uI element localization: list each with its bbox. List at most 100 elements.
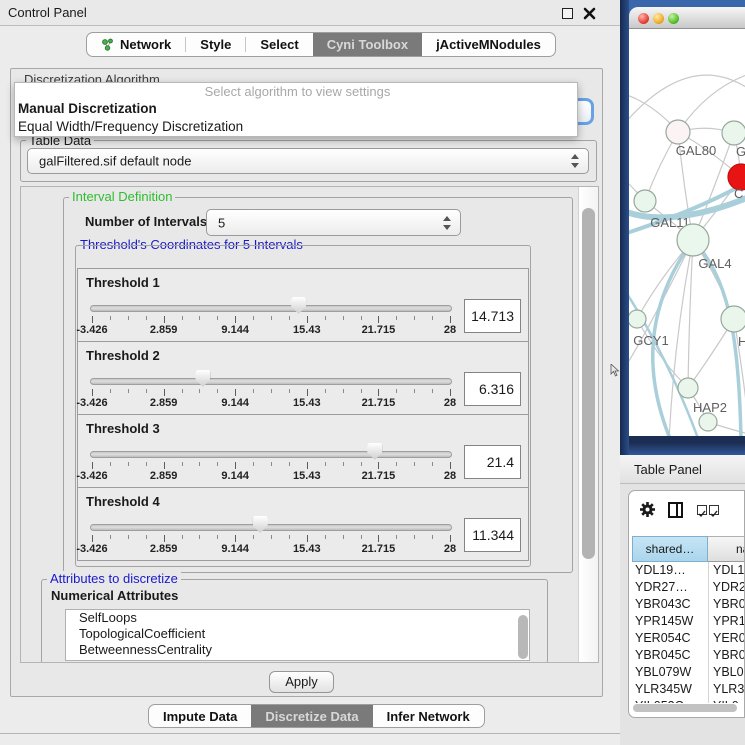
table-cell-name: YDR2 bbox=[708, 579, 745, 596]
threshold-2-slider-track[interactable] bbox=[90, 378, 452, 385]
tick-mark bbox=[414, 462, 415, 466]
table-cell-shared-name: YBR045C bbox=[632, 647, 708, 664]
tick-mark bbox=[217, 462, 218, 466]
numerical-attributes-list[interactable]: SelfLoopsTopologicalCoefficientBetweenne… bbox=[65, 609, 530, 661]
network-edge[interactable] bbox=[629, 75, 745, 124]
table-cell-shared-name: YBL079W bbox=[632, 664, 708, 681]
attribute-list-item[interactable]: SelfLoops bbox=[66, 610, 529, 626]
number-of-intervals-value: 5 bbox=[218, 215, 225, 230]
tick-mark bbox=[396, 535, 397, 539]
tab-impute-data[interactable]: Impute Data bbox=[149, 705, 251, 727]
tab-jactivemnodules[interactable]: jActiveMNodules bbox=[422, 33, 555, 56]
scale-label: 21.715 bbox=[362, 470, 396, 482]
scale-label: 2.859 bbox=[150, 470, 178, 482]
tick-mark bbox=[343, 316, 344, 320]
threshold-4-value-field[interactable]: 11.344 bbox=[464, 518, 521, 552]
settings-scrollbar-thumb[interactable] bbox=[582, 208, 595, 559]
scale-label: 9.144 bbox=[221, 470, 249, 482]
network-node-hap2[interactable] bbox=[678, 378, 698, 398]
network-window-titlebar[interactable] bbox=[629, 7, 745, 29]
column-header-shared-name[interactable]: shared… bbox=[632, 536, 708, 562]
tick-mark bbox=[325, 535, 326, 539]
tick-mark bbox=[378, 389, 379, 396]
threshold-label: Threshold 1 bbox=[86, 275, 160, 290]
dropdown-item-equal-width-frequency[interactable]: Equal Width/Frequency Discretization bbox=[15, 118, 577, 136]
table-row[interactable]: YER054CYER0 bbox=[632, 630, 745, 647]
network-node-h[interactable] bbox=[721, 306, 745, 332]
tab-network[interactable]: Network bbox=[87, 33, 185, 56]
dropdown-item-prompt[interactable]: Select algorithm to view settings bbox=[15, 83, 577, 100]
threshold-3-value-field[interactable]: 21.4 bbox=[464, 445, 521, 479]
window-close-button[interactable] bbox=[638, 13, 649, 24]
tab-network-label: Network bbox=[120, 33, 171, 56]
table-row[interactable]: YBL079WYBL0 bbox=[632, 664, 745, 681]
attribute-list-item[interactable]: BetweennessCentrality bbox=[66, 642, 529, 658]
table-row[interactable]: YPR145WYPR1 bbox=[632, 613, 745, 630]
tick-mark bbox=[378, 535, 379, 542]
table-row[interactable]: YDL19…YDL1 bbox=[632, 562, 745, 579]
window-zoom-button[interactable] bbox=[668, 13, 679, 24]
threshold-1-slider-track[interactable] bbox=[90, 305, 452, 312]
tick-mark bbox=[146, 462, 147, 466]
threshold-4-slider-track[interactable] bbox=[90, 524, 452, 531]
tab-select[interactable]: Select bbox=[246, 33, 312, 56]
gear-icon[interactable] bbox=[639, 501, 656, 518]
dropdown-item-manual-discretization[interactable]: Manual Discretization bbox=[15, 100, 577, 118]
table-data-combobox[interactable]: galFiltered.sif default node bbox=[27, 148, 589, 174]
threshold-3-slider-track[interactable] bbox=[90, 451, 452, 458]
tick-mark bbox=[343, 462, 344, 466]
checkbox-icon[interactable] bbox=[709, 505, 719, 515]
tick-mark bbox=[396, 389, 397, 393]
network-node-ga[interactable] bbox=[722, 121, 745, 145]
tick-mark bbox=[450, 462, 451, 469]
tab-discretize-data[interactable]: Discretize Data bbox=[251, 705, 372, 727]
network-node-gal11[interactable] bbox=[634, 190, 656, 212]
threshold-2-value-field[interactable]: 6.316 bbox=[464, 372, 521, 406]
float-window-icon[interactable] bbox=[562, 8, 573, 19]
scale-label: 15.43 bbox=[293, 324, 321, 336]
apply-button[interactable]: Apply bbox=[269, 671, 334, 693]
tick-mark bbox=[164, 316, 165, 323]
tick-mark bbox=[235, 535, 236, 542]
table-row[interactable]: YBR045CYBR0 bbox=[632, 647, 745, 664]
table-row[interactable]: YLR345WYLR3 bbox=[632, 681, 745, 698]
table-horizontal-scrollbar[interactable] bbox=[633, 704, 737, 712]
split-pane-icon[interactable] bbox=[668, 502, 683, 518]
tab-style[interactable]: Style bbox=[186, 33, 245, 56]
scale-label: 28 bbox=[444, 470, 456, 482]
tick-mark bbox=[289, 316, 290, 320]
scale-label: 2.859 bbox=[150, 397, 178, 409]
threshold-1-value-field[interactable]: 14.713 bbox=[464, 299, 521, 333]
network-view-canvas[interactable]: GAL80GACGAL11GAL4GCY1HHAP2 bbox=[629, 29, 745, 436]
table-row[interactable]: YDR27…YDR2 bbox=[632, 579, 745, 596]
table-data-selected-value: galFiltered.sif default node bbox=[39, 154, 191, 169]
tick-mark bbox=[164, 462, 165, 469]
number-of-intervals-combobox[interactable]: 5 bbox=[206, 209, 461, 236]
network-node[interactable] bbox=[699, 413, 717, 431]
network-node-gal4[interactable] bbox=[677, 224, 709, 256]
attributes-group-label: Attributes to discretize bbox=[47, 571, 181, 586]
tab-discretize-data-label: Discretize Data bbox=[265, 705, 358, 728]
tab-cyni-toolbox[interactable]: Cyni Toolbox bbox=[313, 33, 422, 56]
tick-mark bbox=[92, 535, 93, 542]
window-minimize-button[interactable] bbox=[653, 13, 664, 24]
table-cell-name: YPR1 bbox=[708, 613, 745, 630]
attributes-list-scrollbar[interactable] bbox=[518, 615, 528, 659]
network-edge[interactable] bbox=[637, 319, 688, 388]
table-row[interactable]: YIL052CYIL0 bbox=[632, 698, 745, 703]
combo-spinner-icon bbox=[571, 154, 580, 168]
close-icon[interactable] bbox=[583, 7, 596, 20]
network-node-gal80[interactable] bbox=[666, 120, 690, 144]
tab-infer-network[interactable]: Infer Network bbox=[373, 705, 484, 727]
attribute-list-item[interactable]: TopologicalCoefficient bbox=[66, 626, 529, 642]
table-row[interactable]: YBR043CYBR0 bbox=[632, 596, 745, 613]
tick-mark bbox=[182, 535, 183, 539]
scale-label: 9.144 bbox=[221, 324, 249, 336]
tick-mark bbox=[378, 462, 379, 469]
threshold-label: Threshold 4 bbox=[86, 494, 160, 509]
network-node-gcy1[interactable] bbox=[629, 310, 646, 328]
column-header-name[interactable]: na bbox=[708, 536, 745, 562]
scale-label: -3.426 bbox=[76, 470, 107, 482]
checkbox-icon[interactable] bbox=[697, 505, 707, 515]
tab-cyni-toolbox-label: Cyni Toolbox bbox=[327, 33, 408, 56]
